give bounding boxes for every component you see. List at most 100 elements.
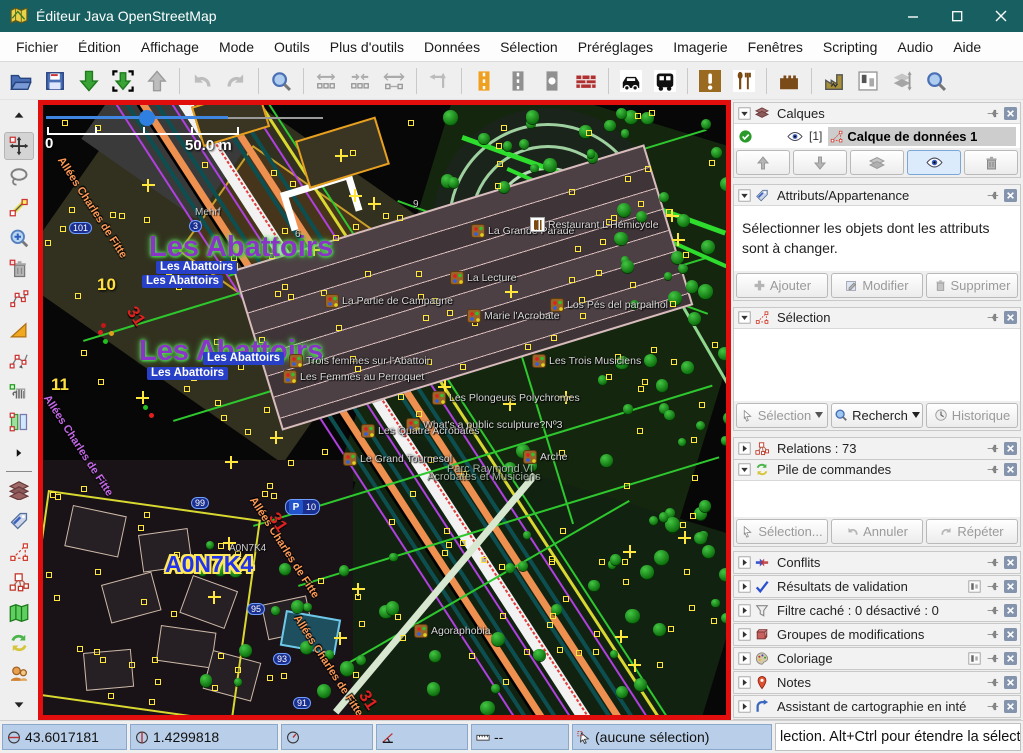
selected-node[interactable] (318, 578, 324, 584)
angle-snap-tool[interactable] (4, 316, 34, 345)
selected-node[interactable] (144, 512, 150, 518)
car-button[interactable] (614, 65, 648, 97)
selected-node[interactable] (81, 350, 87, 356)
selected-way-midpoint[interactable] (368, 197, 381, 210)
download-continue-button[interactable] (106, 65, 140, 97)
selected-node[interactable] (353, 224, 359, 230)
selected-node[interactable] (275, 291, 281, 297)
select-move-tool[interactable] (4, 132, 34, 161)
selected-node[interactable] (637, 428, 643, 434)
extrude-tool[interactable] (4, 377, 34, 406)
search-2-button[interactable] (919, 65, 953, 97)
selected-node[interactable] (336, 325, 342, 331)
selected-node[interactable] (635, 113, 641, 119)
selected-node[interactable] (416, 271, 422, 277)
merge-layer-button[interactable] (850, 150, 904, 175)
selected-node[interactable] (442, 550, 448, 556)
selected-node[interactable] (569, 189, 575, 195)
selected-node[interactable] (264, 407, 270, 413)
wall-button[interactable] (569, 65, 603, 97)
selected-node[interactable] (684, 569, 690, 575)
panel-toggle-button[interactable] (851, 65, 885, 97)
selected-node[interactable] (593, 649, 599, 655)
artwork-icon[interactable] (432, 391, 446, 405)
selected-node[interactable] (525, 344, 531, 350)
selected-node[interactable] (460, 540, 466, 546)
pin-icon[interactable] (985, 675, 999, 689)
artwork-icon[interactable] (361, 424, 375, 438)
selected-node[interactable] (503, 679, 509, 685)
selected-node[interactable] (699, 402, 705, 408)
menu-affichage[interactable]: Affichage (131, 34, 209, 60)
selected-node[interactable] (495, 183, 501, 189)
close-panel-icon[interactable] (1003, 311, 1017, 325)
selected-node[interactable] (712, 342, 718, 348)
selected-node[interactable] (499, 564, 505, 570)
selected-node[interactable] (692, 475, 698, 481)
selected-node[interactable] (651, 347, 657, 353)
close-panel-icon[interactable] (1003, 651, 1017, 665)
search-button[interactable]: Recherch (831, 403, 923, 428)
close-panel-icon[interactable] (1003, 463, 1017, 477)
selected-way-midpoint[interactable] (349, 189, 362, 202)
selected-node[interactable] (671, 359, 677, 365)
selected-node[interactable] (622, 559, 628, 565)
close-panel-icon[interactable] (1003, 555, 1017, 569)
artwork-icon[interactable] (450, 271, 464, 285)
selected-node[interactable] (94, 649, 100, 655)
selected-node[interactable] (62, 120, 68, 126)
lasso-tool[interactable] (4, 162, 34, 191)
selected-node[interactable] (138, 525, 144, 531)
menu-pr-r-glages[interactable]: Préréglages (568, 34, 664, 60)
selected-node[interactable] (45, 240, 51, 246)
selected-node[interactable] (586, 130, 592, 136)
menu-s-lection[interactable]: Sélection (490, 34, 568, 60)
selected-node[interactable] (397, 215, 403, 221)
selected-way-midpoint[interactable] (505, 285, 518, 298)
selected-node[interactable] (152, 657, 158, 663)
imagery-layers-button[interactable] (885, 65, 919, 97)
selected-way-midpoint[interactable] (334, 632, 347, 645)
selected-node[interactable] (549, 556, 555, 562)
search-button[interactable] (264, 65, 298, 97)
selected-node[interactable] (262, 491, 268, 497)
selected-node[interactable] (683, 252, 689, 258)
selected-node[interactable] (54, 595, 60, 601)
selected-way-midpoint[interactable] (666, 209, 679, 222)
selected-node[interactable] (560, 528, 566, 534)
selected-node[interactable] (383, 213, 389, 219)
selected-node[interactable] (290, 181, 296, 187)
menu-imagerie[interactable]: Imagerie (663, 34, 737, 60)
selected-node[interactable] (144, 217, 150, 223)
selected-node[interactable] (46, 572, 52, 578)
road-roundabout-button[interactable] (535, 65, 569, 97)
selected-node[interactable] (594, 631, 600, 637)
download-data-button[interactable] (72, 65, 106, 97)
menu-donn-es[interactable]: Données (414, 34, 490, 60)
selected-node[interactable] (599, 559, 605, 565)
selected-node[interactable] (353, 672, 359, 678)
selected-way-midpoint[interactable] (615, 630, 628, 643)
expand-icon[interactable] (737, 603, 751, 617)
pin-icon[interactable] (985, 651, 999, 665)
selected-node[interactable] (141, 599, 147, 605)
delete-layer-button[interactable] (964, 150, 1018, 175)
selected-node[interactable] (155, 679, 161, 685)
selected-node[interactable] (235, 667, 241, 673)
selected-node[interactable] (408, 120, 414, 126)
selected-node[interactable] (267, 483, 273, 489)
selected-node[interactable] (547, 622, 553, 628)
pin-icon[interactable] (985, 603, 999, 617)
delete-tag-button[interactable]: Supprimer (926, 273, 1018, 298)
close-panel-icon[interactable] (1003, 188, 1017, 202)
selection-list[interactable] (734, 329, 1020, 401)
selected-node[interactable] (108, 693, 114, 699)
selected-node[interactable] (649, 110, 655, 116)
selected-node[interactable] (446, 542, 452, 548)
selected-node[interactable] (281, 673, 287, 679)
panel-settings-icon[interactable] (967, 579, 981, 593)
tags-panel-button[interactable] (4, 507, 34, 536)
selected-way-midpoint[interactable] (142, 179, 155, 192)
move-layer-down-button[interactable] (793, 150, 847, 175)
combine-ways-button[interactable] (377, 65, 411, 97)
